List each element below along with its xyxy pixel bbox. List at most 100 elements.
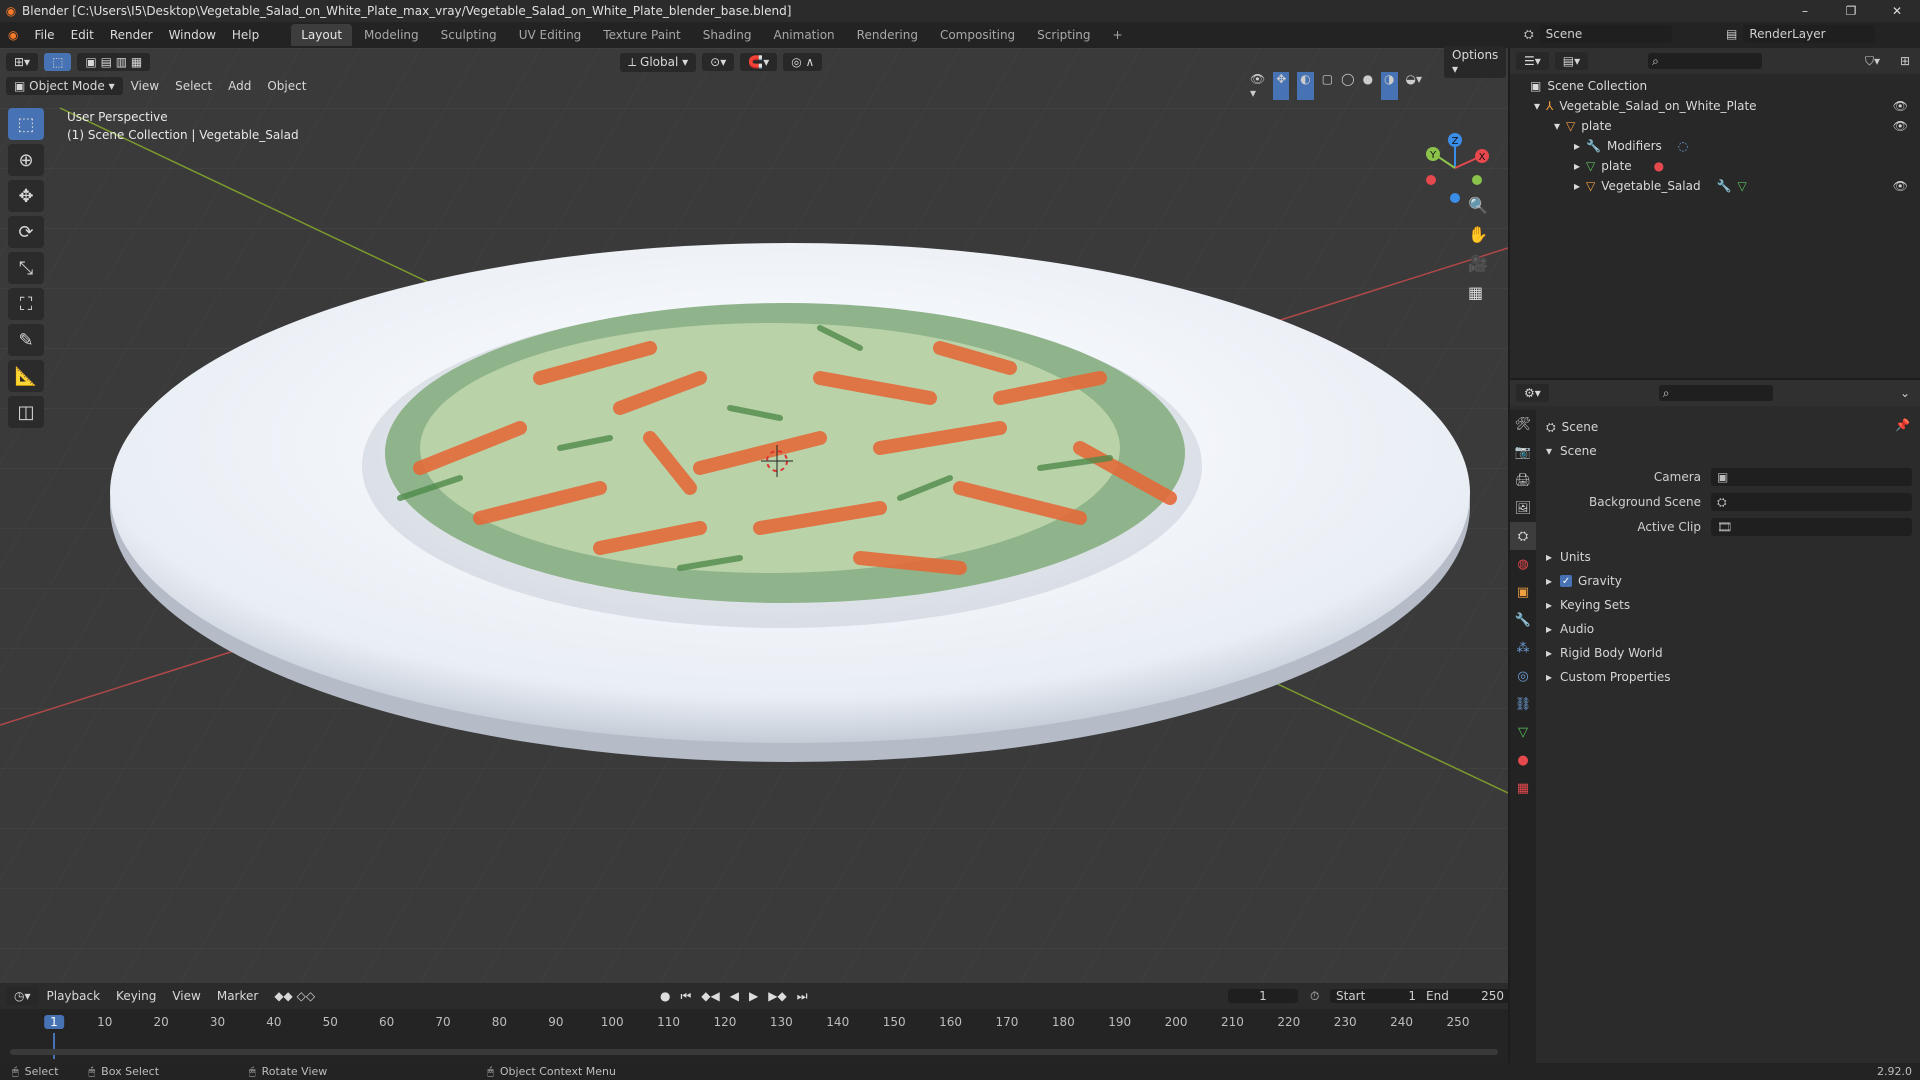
move-tool-icon[interactable]: ✥ bbox=[8, 180, 44, 212]
frame-ruler[interactable]: 1 10 20 30 40 50 60 70 80 90 100 110 120 130 140 150 160… bbox=[10, 1013, 1498, 1059]
blender-menu-icon[interactable]: ◉ bbox=[0, 28, 26, 42]
material-shading-icon[interactable]: ◑ bbox=[1381, 72, 1398, 100]
xray-icon[interactable]: ▢ bbox=[1322, 72, 1333, 100]
tab-layout[interactable]: Layout bbox=[291, 24, 353, 46]
renderlayer-name-field[interactable]: RenderLayer bbox=[1743, 25, 1876, 43]
add-workspace-button[interactable]: + bbox=[1103, 24, 1133, 46]
camera-view-icon[interactable]: 🎥 bbox=[1468, 254, 1488, 273]
overlay-toggle-icon[interactable]: ◐ bbox=[1297, 72, 1314, 100]
jump-start-icon[interactable]: ⏮ bbox=[680, 989, 691, 1004]
view-layer-tab-icon[interactable]: 🖼 bbox=[1510, 494, 1536, 522]
menu-window[interactable]: Window bbox=[161, 28, 224, 42]
expand-arrow-icon[interactable]: ▾ bbox=[1554, 119, 1560, 133]
texture-tab-icon[interactable]: ▦ bbox=[1510, 774, 1536, 802]
new-collection-icon[interactable]: ⊞ bbox=[1900, 54, 1910, 68]
gizmo-neg-z[interactable] bbox=[1450, 193, 1460, 203]
maximize-button[interactable]: ❐ bbox=[1828, 0, 1874, 22]
physics-tab-icon[interactable]: ◎ bbox=[1510, 662, 1536, 690]
expand-arrow-icon[interactable]: ▾ bbox=[1534, 99, 1540, 113]
tool-tab-icon[interactable]: 🛠 bbox=[1510, 410, 1536, 438]
scale-tool-icon[interactable]: ⤡ bbox=[8, 252, 44, 284]
audio-panel-header[interactable]: ▸ Audio bbox=[1546, 618, 1594, 640]
scene-panel-header[interactable]: ▾ Scene bbox=[1546, 440, 1597, 462]
wireframe-shading-icon[interactable]: ◯ bbox=[1341, 72, 1354, 100]
menu-object[interactable]: Object bbox=[259, 79, 314, 93]
expand-arrow-icon[interactable]: ▸ bbox=[1574, 179, 1580, 193]
constraints-tab-icon[interactable]: ⛓ bbox=[1510, 690, 1536, 718]
keying-sets-panel-header[interactable]: ▸ Keying Sets bbox=[1546, 594, 1630, 616]
gravity-panel-header[interactable]: ▸ ✓ Gravity bbox=[1546, 570, 1622, 592]
tab-modeling[interactable]: Modeling bbox=[354, 24, 429, 46]
filter-icon[interactable]: ⛉▾ bbox=[1865, 54, 1880, 69]
expand-arrow-icon[interactable]: ▸ bbox=[1546, 598, 1552, 612]
menu-render[interactable]: Render bbox=[102, 28, 161, 42]
add-cube-tool-icon[interactable]: ◫ bbox=[8, 396, 44, 428]
expand-arrow-icon[interactable]: ▸ bbox=[1546, 646, 1552, 660]
measure-tool-icon[interactable]: 📐 bbox=[8, 360, 44, 392]
record-icon[interactable]: ● bbox=[660, 989, 670, 1004]
eye-icon[interactable]: 👁 bbox=[1893, 119, 1908, 133]
tree-item-modifiers[interactable]: ▸ 🔧 Modifiers ◌ bbox=[1510, 136, 1920, 156]
properties-editor-type-button[interactable]: ⚙▾ bbox=[1516, 384, 1549, 402]
select-box-mode-icons[interactable]: ▣ ▤ ▥ ▦ bbox=[77, 53, 151, 71]
tree-item-plate-mesh[interactable]: ▸ ▽ plate ● bbox=[1510, 156, 1920, 176]
active-clip-field[interactable]: 🎞 bbox=[1711, 518, 1912, 536]
tab-rendering[interactable]: Rendering bbox=[847, 24, 928, 46]
tab-texture-paint[interactable]: Texture Paint bbox=[593, 24, 690, 46]
object-tab-icon[interactable]: ▣ bbox=[1510, 578, 1536, 606]
playhead-line[interactable] bbox=[53, 1033, 55, 1059]
material-tab-icon[interactable]: ● bbox=[1510, 746, 1536, 774]
custom-properties-panel-header[interactable]: ▸ Custom Properties bbox=[1546, 666, 1670, 688]
menu-add[interactable]: Add bbox=[220, 79, 259, 93]
menu-help[interactable]: Help bbox=[224, 28, 267, 42]
gizmo-neg-y[interactable] bbox=[1472, 175, 1482, 185]
scene-tab-icon[interactable]: ⛭ bbox=[1510, 522, 1536, 550]
data-tab-icon[interactable]: ▽ bbox=[1510, 718, 1536, 746]
minimize-button[interactable]: – bbox=[1782, 0, 1828, 22]
outliner-display-mode-button[interactable]: ▤▾ bbox=[1554, 52, 1589, 70]
solid-shading-icon[interactable]: ● bbox=[1363, 72, 1373, 100]
scene-name-field[interactable]: Scene bbox=[1539, 25, 1672, 43]
menu-marker[interactable]: Marker bbox=[209, 989, 266, 1003]
menu-file[interactable]: File bbox=[26, 28, 62, 42]
pan-hand-icon[interactable]: ✋ bbox=[1468, 225, 1488, 244]
end-frame-field[interactable]: End 250 bbox=[1420, 989, 1510, 1003]
select-tool-icon[interactable]: ⬚ bbox=[8, 108, 44, 140]
tab-sculpting[interactable]: Sculpting bbox=[431, 24, 507, 46]
renderlayer-selector[interactable]: ▤ RenderLayer bbox=[1726, 25, 1876, 43]
options-dropdown[interactable]: Options ▾ bbox=[1444, 46, 1507, 78]
outliner-editor-type-button[interactable]: ☰▾ bbox=[1516, 52, 1549, 70]
camera-field[interactable]: ▣ bbox=[1711, 468, 1912, 486]
expand-arrow-icon[interactable]: ▸ bbox=[1546, 550, 1552, 564]
particles-tab-icon[interactable]: ⁂ bbox=[1510, 634, 1536, 662]
expand-arrow-icon[interactable]: ▸ bbox=[1546, 670, 1552, 684]
tab-uv-editing[interactable]: UV Editing bbox=[509, 24, 592, 46]
gizmo-neg-x[interactable] bbox=[1426, 175, 1436, 185]
current-frame-field[interactable]: 1 bbox=[1228, 989, 1298, 1003]
rigid-body-world-panel-header[interactable]: ▸ Rigid Body World bbox=[1546, 642, 1663, 664]
expand-arrow-icon[interactable]: ▾ bbox=[1546, 444, 1552, 458]
chevron-down-icon[interactable]: ⌄ bbox=[1900, 386, 1910, 400]
eye-icon[interactable]: 👁 bbox=[1893, 179, 1908, 193]
close-button[interactable]: ✕ bbox=[1874, 0, 1920, 22]
menu-edit[interactable]: Edit bbox=[63, 28, 102, 42]
units-panel-header[interactable]: ▸ Units bbox=[1546, 546, 1591, 568]
next-keyframe-icon[interactable]: ▶◆ bbox=[768, 989, 786, 1004]
prev-keyframe-icon[interactable]: ◆◀ bbox=[701, 989, 719, 1004]
menu-timeline-view[interactable]: View bbox=[164, 989, 208, 1003]
scene-selector[interactable]: ⛭ Scene bbox=[1524, 25, 1672, 43]
gravity-checkbox[interactable]: ✓ bbox=[1560, 575, 1573, 587]
timeline-editor-type-button[interactable]: ◷▾ bbox=[6, 987, 39, 1005]
gizmo-toggle-icon[interactable]: ✥ bbox=[1273, 72, 1290, 100]
orientation-dropdown[interactable]: ⟂ Global ▾ bbox=[620, 52, 697, 72]
menu-select[interactable]: Select bbox=[167, 79, 220, 93]
cursor-tool-icon[interactable]: ⊕ bbox=[8, 144, 44, 176]
tab-animation[interactable]: Animation bbox=[763, 24, 844, 46]
mode-dropdown[interactable]: ▣ Object Mode ▾ bbox=[6, 77, 123, 95]
expand-arrow-icon[interactable]: ▸ bbox=[1546, 622, 1552, 636]
render-tab-icon[interactable]: 📷 bbox=[1510, 438, 1536, 466]
output-tab-icon[interactable]: 🖨 bbox=[1510, 466, 1536, 494]
world-tab-icon[interactable]: ◍ bbox=[1510, 550, 1536, 578]
keyframe-icons[interactable]: ◆◆ ◇◇ bbox=[266, 989, 323, 1003]
snap-icon[interactable]: 🧲▾ bbox=[740, 53, 778, 71]
